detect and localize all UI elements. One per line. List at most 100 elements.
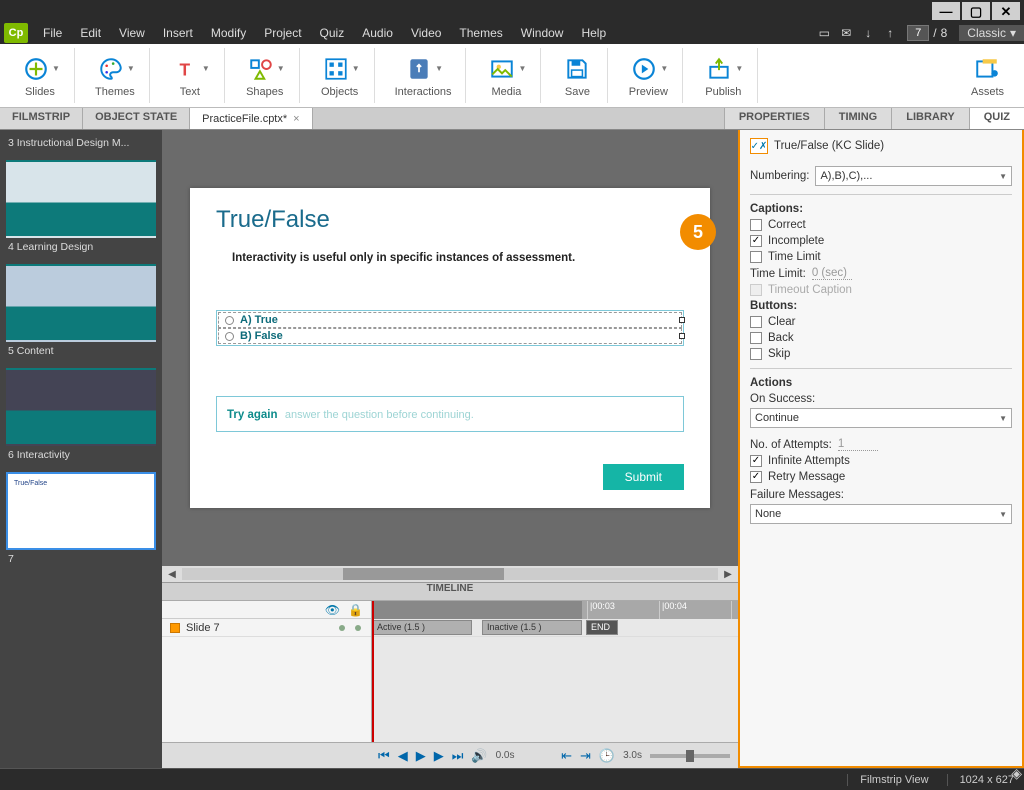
answers-box[interactable]: A) True B) False	[216, 310, 684, 346]
timeline-slide-row[interactable]: Slide 7	[162, 619, 371, 637]
slides-button[interactable]	[20, 54, 52, 84]
tab-quiz[interactable]: QUIZ	[969, 108, 1024, 129]
answer-a[interactable]: A) True	[218, 312, 682, 328]
goto-end-icon[interactable]: ⏭	[452, 748, 464, 764]
failmsg-select[interactable]: None▼	[750, 504, 1012, 524]
media-dropdown[interactable]: ▼	[518, 64, 526, 73]
menu-edit[interactable]: Edit	[71, 26, 110, 40]
preview-dropdown[interactable]: ▼	[660, 64, 668, 73]
objects-button[interactable]	[320, 54, 352, 84]
workspace-selector[interactable]: Classic▾	[959, 25, 1024, 41]
chk-timelimit[interactable]: Time Limit	[750, 251, 1012, 263]
scroll-right-icon[interactable]: ▶	[722, 569, 734, 580]
tab-object-state[interactable]: OBJECT STATE	[83, 108, 190, 129]
play-icon[interactable]: ▶	[416, 748, 426, 764]
menu-insert[interactable]: Insert	[154, 26, 202, 40]
themes-button[interactable]	[95, 54, 127, 84]
download-icon[interactable]: ↓	[857, 26, 879, 40]
scroll-thumb[interactable]	[343, 568, 504, 580]
thumb-5[interactable]: 5 Content	[6, 264, 156, 360]
interactions-button[interactable]	[403, 54, 435, 84]
tab-timing[interactable]: TIMING	[824, 108, 892, 129]
interactions-dropdown[interactable]: ▼	[435, 64, 443, 73]
clip-end[interactable]: END	[586, 620, 618, 635]
chk-correct[interactable]: Correct	[750, 219, 1012, 231]
timeline-track[interactable]: Active (1.5 ) Inactive (1.5 ) END	[372, 619, 738, 637]
chk-back[interactable]: Back	[750, 332, 1012, 344]
timelimit-value[interactable]: 0 (sec)	[812, 267, 852, 280]
submit-button[interactable]: Submit	[603, 464, 684, 490]
question-text[interactable]: Interactivity is useful only in specific…	[232, 252, 684, 264]
text-dropdown[interactable]: ▼	[202, 64, 210, 73]
slide-title[interactable]: True/False	[216, 206, 684, 234]
feedback-box[interactable]: Try again answer the question before con…	[216, 396, 684, 432]
clip-inactive[interactable]: Inactive (1.5 )	[482, 620, 582, 635]
menu-project[interactable]: Project	[255, 26, 310, 40]
menu-help[interactable]: Help	[572, 26, 615, 40]
chk-infinite[interactable]: Infinite Attempts	[750, 455, 1012, 467]
lock-icon[interactable]: 🔒	[348, 603, 363, 617]
thumb-7[interactable]: 7 ◈	[6, 472, 156, 568]
numbering-select[interactable]: A),B),C),...▼	[815, 166, 1012, 186]
media-button[interactable]	[486, 54, 518, 84]
mail-icon[interactable]: ✉	[835, 26, 857, 40]
save-button[interactable]	[561, 54, 593, 84]
chk-skip[interactable]: Skip	[750, 348, 1012, 360]
horizontal-scrollbar[interactable]: ◀ ▶	[162, 566, 738, 582]
menu-themes[interactable]: Themes	[450, 26, 511, 40]
eye-icon[interactable]: 👁	[325, 603, 340, 617]
chk-clear[interactable]: Clear	[750, 316, 1012, 328]
close-file-icon[interactable]: ×	[293, 113, 299, 125]
clock-icon[interactable]: 🕒	[599, 748, 615, 764]
screen-icon[interactable]: ▭	[813, 26, 835, 40]
timeline-ruler[interactable]: |00:00 |00:01 |00:02 |00:03 |00:04	[372, 601, 738, 619]
shapes-button[interactable]	[245, 54, 277, 84]
filmstrip-panel[interactable]: 3 Instructional Design M... 4 Learning D…	[0, 130, 162, 768]
answer-b[interactable]: B) False	[218, 328, 682, 344]
text-button[interactable]: T	[170, 54, 202, 84]
themes-dropdown[interactable]: ▼	[127, 64, 135, 73]
tab-filmstrip[interactable]: FILMSTRIP	[0, 108, 83, 129]
objects-dropdown[interactable]: ▼	[352, 64, 360, 73]
shapes-dropdown[interactable]: ▼	[277, 64, 285, 73]
chk-incomplete[interactable]: Incomplete	[750, 235, 1012, 247]
menu-file[interactable]: File	[34, 26, 71, 40]
scroll-left-icon[interactable]: ◀	[166, 569, 178, 580]
preview-button[interactable]	[628, 54, 660, 84]
window-minimize[interactable]: —	[932, 2, 960, 20]
zoom-slider[interactable]	[650, 754, 730, 758]
step-fwd-icon[interactable]: ▶	[434, 748, 444, 764]
attempts-value[interactable]: 1	[838, 438, 878, 451]
window-close[interactable]: ✕	[992, 2, 1020, 20]
upload-icon[interactable]: ↑	[879, 26, 901, 40]
menu-video[interactable]: Video	[402, 26, 450, 40]
chk-retry[interactable]: Retry Message	[750, 471, 1012, 483]
timeline-tracks[interactable]: |00:00 |00:01 |00:02 |00:03 |00:04 Activ…	[372, 601, 738, 742]
radio-icon[interactable]	[225, 316, 234, 325]
zoom-knob[interactable]	[686, 750, 694, 762]
thumb-4[interactable]: 4 Learning Design	[6, 160, 156, 256]
menu-modify[interactable]: Modify	[202, 26, 255, 40]
marker-end-icon[interactable]: ⇥	[580, 748, 591, 764]
radio-icon[interactable]	[225, 332, 234, 341]
slides-dropdown[interactable]: ▼	[52, 64, 60, 73]
window-restore[interactable]: ▢	[962, 2, 990, 20]
resize-handle[interactable]	[679, 317, 685, 323]
menu-window[interactable]: Window	[512, 26, 573, 40]
page-current-input[interactable]	[907, 25, 929, 41]
menu-quiz[interactable]: Quiz	[311, 26, 354, 40]
tab-file[interactable]: PracticeFile.cptx* ×	[190, 108, 312, 129]
playhead[interactable]	[372, 601, 374, 742]
goto-start-icon[interactable]: ⏮	[378, 748, 390, 764]
tab-properties[interactable]: PROPERTIES	[724, 108, 824, 129]
slide-canvas[interactable]: True/False Interactivity is useful only …	[190, 188, 710, 508]
mute-icon[interactable]: 🔊	[471, 748, 487, 764]
menu-audio[interactable]: Audio	[353, 26, 402, 40]
clip-active[interactable]: Active (1.5 )	[372, 620, 472, 635]
menu-view[interactable]: View	[110, 26, 154, 40]
canvas-scroll[interactable]: True/False Interactivity is useful only …	[162, 130, 738, 566]
onsuccess-select[interactable]: Continue▼	[750, 408, 1012, 428]
resize-handle[interactable]	[679, 333, 685, 339]
tab-library[interactable]: LIBRARY	[891, 108, 968, 129]
assets-button[interactable]	[971, 54, 1003, 84]
